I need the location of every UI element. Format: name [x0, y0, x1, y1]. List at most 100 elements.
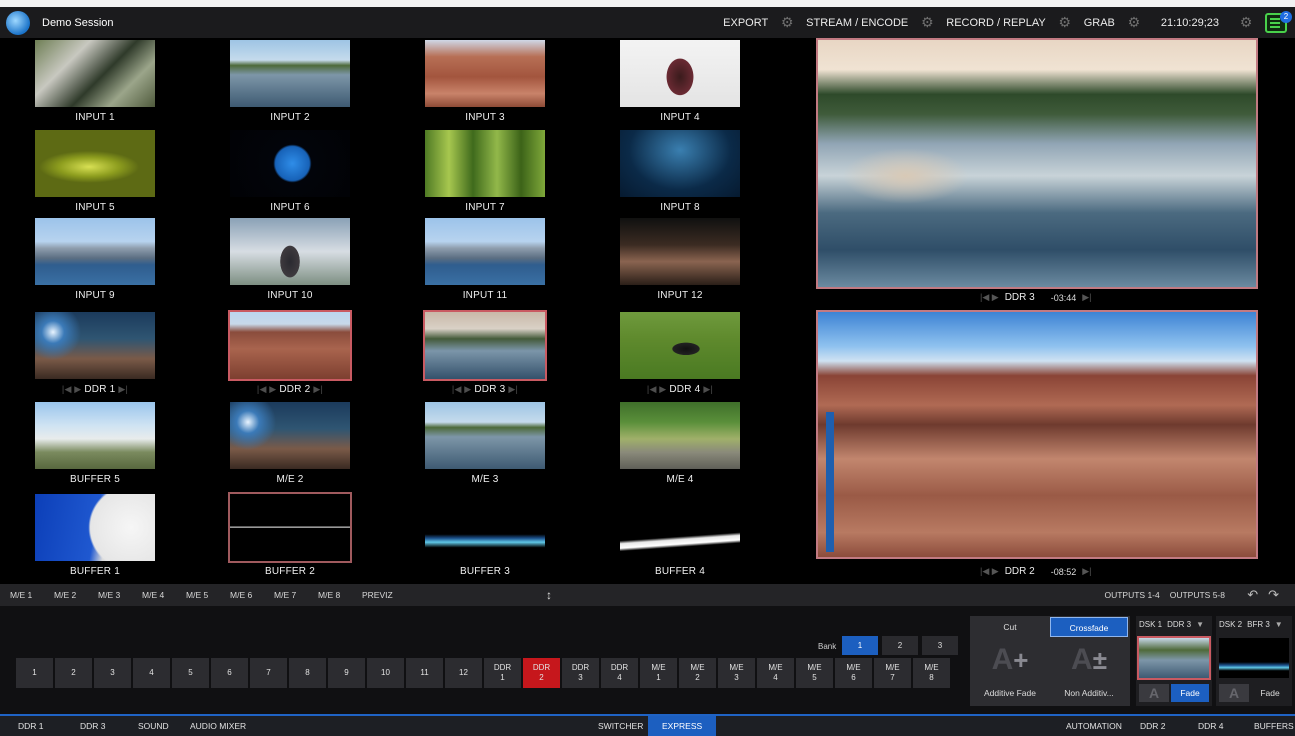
- monitor-input-5[interactable]: INPUT 5: [5, 130, 185, 220]
- tab-ddr-1[interactable]: DDR 1: [18, 721, 44, 731]
- ddr-2-transport-icon[interactable]: |◀ ▶: [257, 384, 276, 394]
- source-button-8[interactable]: 8: [289, 658, 326, 688]
- dsk-2-fade-button[interactable]: Fade: [1251, 684, 1289, 702]
- source-button-10[interactable]: 10: [367, 658, 404, 688]
- monitor-input-7[interactable]: INPUT 7: [395, 130, 575, 220]
- monitor-ddr-4[interactable]: |◀ ▶ DDR 4 ▶|: [590, 312, 770, 402]
- tab-switcher[interactable]: SWITCHER: [598, 721, 643, 731]
- crossfade-button[interactable]: Crossfade: [1050, 617, 1128, 637]
- source-button-12[interactable]: 12: [445, 658, 482, 688]
- monitor-input-4[interactable]: INPUT 4: [590, 40, 770, 130]
- tab-sound[interactable]: SOUND: [138, 721, 169, 731]
- bank-1-button[interactable]: 1: [842, 636, 878, 655]
- ddr-3-transport-icon[interactable]: |◀ ▶: [452, 384, 471, 394]
- monitor-input-8[interactable]: INPUT 8: [590, 130, 770, 220]
- monitor-ddr-2[interactable]: |◀ ▶ DDR 2 ▶|: [200, 310, 380, 402]
- preview-next-icon[interactable]: ▶|: [1082, 566, 1091, 577]
- tab-me-3[interactable]: M/E 3: [88, 590, 132, 600]
- monitor-input-2[interactable]: INPUT 2: [200, 40, 380, 130]
- tab-me-5[interactable]: M/E 5: [176, 590, 220, 600]
- tab-buffers[interactable]: BUFFERS: [1254, 721, 1294, 731]
- monitor-me-2[interactable]: M/E 2: [200, 402, 380, 492]
- preview-prev-icon[interactable]: |◀ ▶: [980, 566, 999, 577]
- monitor-buffer-3[interactable]: BUFFER 3: [395, 494, 575, 584]
- tab-outputs-1-4[interactable]: OUTPUTS 1-4: [1104, 590, 1159, 600]
- tab-previz[interactable]: PREVIZ: [352, 590, 396, 600]
- cut-button[interactable]: Cut: [971, 617, 1049, 637]
- monitor-buffer-1[interactable]: BUFFER 1: [5, 494, 185, 584]
- tab-express[interactable]: EXPRESS: [648, 716, 717, 736]
- monitor-ddr-3[interactable]: |◀ ▶ DDR 3 ▶|: [395, 310, 575, 402]
- record-gear-icon[interactable]: ⚙: [1052, 14, 1078, 31]
- source-button-m-e-7[interactable]: M/E 7: [874, 658, 911, 688]
- monitor-buffer-2[interactable]: BUFFER 2: [200, 492, 380, 584]
- source-button-11[interactable]: 11: [406, 658, 443, 688]
- tab-me-1[interactable]: M/E 1: [0, 590, 44, 600]
- source-button-m-e-4[interactable]: M/E 4: [757, 658, 794, 688]
- additive-fade-icon[interactable]: A+: [973, 640, 1047, 680]
- redo-icon[interactable]: ↷: [1268, 587, 1279, 603]
- stream-encode-menu[interactable]: STREAM / ENCODE: [800, 17, 914, 29]
- dsk-1-dropdown-icon[interactable]: ▼: [1196, 620, 1204, 629]
- ddr-1-transport-icon[interactable]: |◀ ▶: [62, 384, 81, 394]
- resize-handle-icon[interactable]: ↕: [546, 588, 552, 602]
- export-gear-icon[interactable]: ⚙: [774, 14, 800, 31]
- source-button-m-e-3[interactable]: M/E 3: [718, 658, 755, 688]
- preview-monitor[interactable]: [816, 310, 1258, 559]
- dsk-2-source[interactable]: BFR 3: [1247, 620, 1270, 629]
- dsk-1-fade-button[interactable]: Fade: [1171, 684, 1209, 702]
- notifications-icon[interactable]: 2: [1265, 10, 1292, 33]
- program-next-icon[interactable]: ▶|: [1082, 292, 1091, 303]
- source-button-4[interactable]: 4: [133, 658, 170, 688]
- bank-2-button[interactable]: 2: [882, 636, 918, 655]
- stream-gear-icon[interactable]: ⚙: [914, 14, 940, 31]
- source-button-ddr-4[interactable]: DDR 4: [601, 658, 638, 688]
- tab-me-4[interactable]: M/E 4: [132, 590, 176, 600]
- monitor-me-4[interactable]: M/E 4: [590, 402, 770, 492]
- record-replay-menu[interactable]: RECORD / REPLAY: [940, 17, 1051, 29]
- tab-outputs-5-8[interactable]: OUTPUTS 5-8: [1170, 590, 1225, 600]
- monitor-input-6[interactable]: INPUT 6: [200, 130, 380, 220]
- app-logo-icon[interactable]: [6, 10, 30, 35]
- bank-3-button[interactable]: 3: [922, 636, 958, 655]
- source-button-m-e-8[interactable]: M/E 8: [913, 658, 950, 688]
- dsk-2-auto-icon[interactable]: A: [1219, 684, 1249, 702]
- non-additive-icon[interactable]: A±: [1052, 640, 1126, 680]
- source-button-5[interactable]: 5: [172, 658, 209, 688]
- source-button-m-e-6[interactable]: M/E 6: [835, 658, 872, 688]
- ddr-4-transport-icon[interactable]: |◀ ▶: [647, 384, 666, 394]
- dsk-1-auto-icon[interactable]: A: [1139, 684, 1169, 702]
- grab-gear-icon[interactable]: ⚙: [1121, 14, 1147, 31]
- tab-automation[interactable]: AUTOMATION: [1066, 721, 1122, 731]
- source-button-9[interactable]: 9: [328, 658, 365, 688]
- dsk-2-dropdown-icon[interactable]: ▼: [1275, 620, 1283, 629]
- monitor-input-9[interactable]: INPUT 9: [5, 218, 185, 308]
- source-button-m-e-1[interactable]: M/E 1: [640, 658, 677, 688]
- tab-me-6[interactable]: M/E 6: [220, 590, 264, 600]
- monitor-input-10[interactable]: INPUT 10: [200, 218, 380, 308]
- monitor-buffer-5[interactable]: BUFFER 5: [5, 402, 185, 492]
- program-prev-icon[interactable]: |◀ ▶: [980, 292, 999, 303]
- tab-me-7[interactable]: M/E 7: [264, 590, 308, 600]
- settings-gear-icon[interactable]: ⚙: [1233, 14, 1259, 31]
- source-button-2[interactable]: 2: [55, 658, 92, 688]
- source-button-1[interactable]: 1: [16, 658, 53, 688]
- tab-me-2[interactable]: M/E 2: [44, 590, 88, 600]
- monitor-input-1[interactable]: INPUT 1: [5, 40, 185, 130]
- monitor-input-3[interactable]: INPUT 3: [395, 40, 575, 130]
- source-button-6[interactable]: 6: [211, 658, 248, 688]
- monitor-me-3[interactable]: M/E 3: [395, 402, 575, 492]
- undo-icon[interactable]: ↶: [1247, 587, 1258, 603]
- grab-menu[interactable]: GRAB: [1078, 17, 1121, 29]
- source-button-ddr-1[interactable]: DDR 1: [484, 658, 521, 688]
- source-button-m-e-5[interactable]: M/E 5: [796, 658, 833, 688]
- program-monitor[interactable]: [816, 38, 1258, 289]
- tab-ddr-2[interactable]: DDR 2: [1140, 721, 1166, 731]
- export-menu[interactable]: EXPORT: [717, 17, 774, 29]
- source-button-ddr-3[interactable]: DDR 3: [562, 658, 599, 688]
- tab-ddr-3[interactable]: DDR 3: [80, 721, 106, 731]
- monitor-buffer-4[interactable]: BUFFER 4: [590, 494, 770, 584]
- monitor-ddr-1[interactable]: |◀ ▶ DDR 1 ▶|: [5, 312, 185, 402]
- source-button-7[interactable]: 7: [250, 658, 287, 688]
- source-button-m-e-2[interactable]: M/E 2: [679, 658, 716, 688]
